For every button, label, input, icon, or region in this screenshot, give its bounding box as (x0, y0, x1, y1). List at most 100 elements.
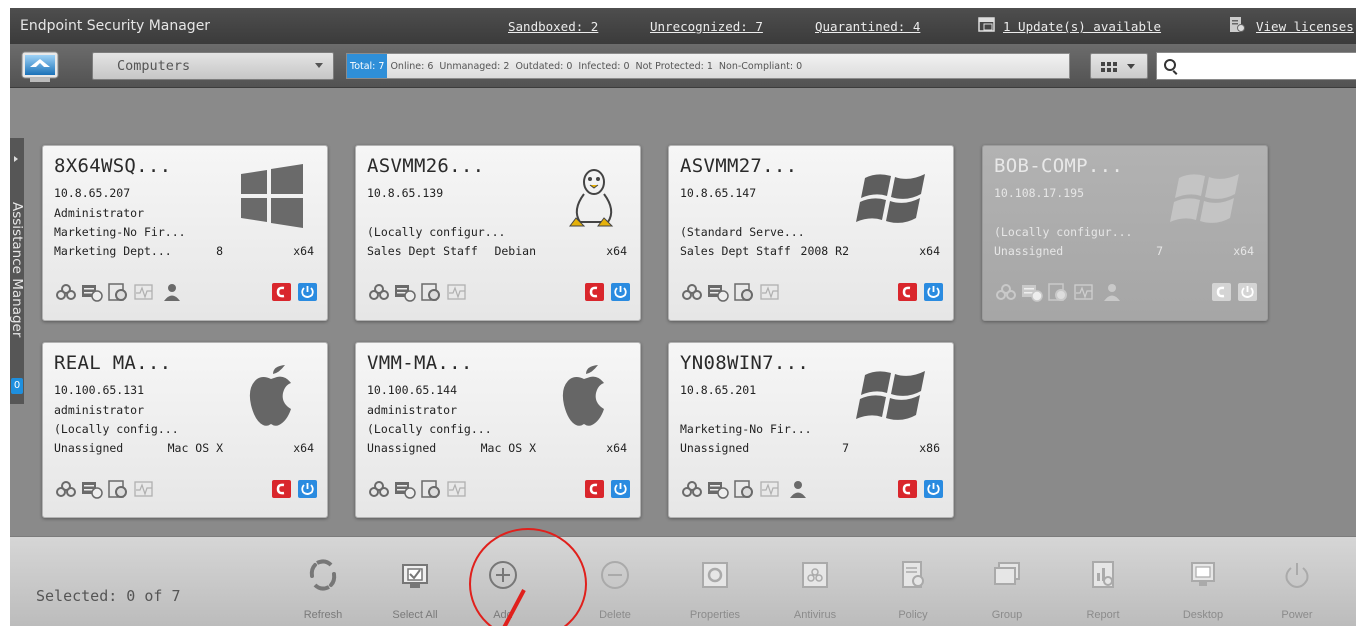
computer-group: Unassigned (994, 244, 1064, 258)
power-status-icon[interactable] (297, 282, 319, 302)
computer-group: Sales Dept Staff (367, 244, 478, 258)
filter-total[interactable]: Total: 7 (347, 54, 388, 78)
user-icon[interactable] (161, 282, 183, 302)
settings-document-icon[interactable] (107, 282, 129, 302)
computer-os: 7 (842, 441, 849, 455)
filter-unmanaged[interactable]: Unmanaged: 2 (436, 61, 512, 72)
card-status-icons (368, 479, 630, 501)
computer-card[interactable]: VMM-MA... 10.100.65.144 administrator (L… (355, 342, 641, 518)
desktop-button[interactable]: Desktop (1168, 537, 1238, 626)
computer-policy: (Locally config... (367, 422, 492, 436)
network-activity-icon[interactable] (1021, 282, 1043, 302)
power-status-icon[interactable] (297, 479, 319, 499)
power-button[interactable]: Power (1262, 537, 1332, 626)
toolbar-button-label: Group (991, 609, 1023, 621)
biohazard-icon[interactable] (368, 479, 390, 499)
refresh-icon (309, 559, 337, 591)
power-status-icon[interactable] (610, 282, 632, 302)
comodo-shield-icon[interactable] (897, 479, 919, 499)
settings-document-icon[interactable] (1047, 282, 1069, 302)
properties-button[interactable]: Properties (680, 537, 750, 626)
antivirus-icon (802, 562, 828, 588)
computer-card[interactable]: ASVMM26... 10.8.65.139 (Locally configur… (355, 145, 641, 321)
expand-arrow-icon (14, 156, 18, 162)
select-all-button[interactable]: Select All (380, 537, 450, 626)
settings-document-icon[interactable] (420, 479, 442, 499)
card-status-icons (55, 479, 317, 501)
assistance-manager-label[interactable]: Assistance Manager (10, 170, 25, 370)
user-icon[interactable] (787, 479, 809, 499)
biohazard-icon[interactable] (55, 282, 77, 302)
network-activity-icon[interactable] (81, 479, 103, 499)
policy-icon (902, 561, 924, 588)
comodo-shield-icon[interactable] (584, 282, 606, 302)
antivirus-button[interactable]: Antivirus (780, 537, 850, 626)
computer-name: VMM-MA... (367, 352, 473, 374)
biohazard-icon[interactable] (55, 479, 77, 499)
refresh-button[interactable]: Refresh (288, 537, 358, 626)
activity-monitor-icon[interactable] (133, 479, 155, 499)
power-status-icon[interactable] (1237, 282, 1259, 302)
filter-non-compliant[interactable]: Non-Compliant: 0 (716, 61, 805, 72)
computer-card[interactable]: YN08WIN7... 10.8.65.201 Marketing-No Fir… (668, 342, 954, 518)
network-activity-icon[interactable] (707, 282, 729, 302)
biohazard-icon[interactable] (681, 282, 703, 302)
network-activity-icon[interactable] (394, 282, 416, 302)
network-activity-icon[interactable] (707, 479, 729, 499)
app-logo-icon[interactable] (16, 49, 64, 85)
view-selector-dropdown[interactable]: Computers (92, 52, 334, 80)
settings-document-icon[interactable] (733, 282, 755, 302)
activity-monitor-icon[interactable] (446, 479, 468, 499)
report-button[interactable]: Report (1068, 537, 1138, 626)
activity-monitor-icon[interactable] (133, 282, 155, 302)
delete-button[interactable]: Delete (580, 537, 650, 626)
biohazard-icon[interactable] (368, 282, 390, 302)
computer-arch: x64 (293, 441, 314, 455)
computer-card[interactable]: REAL MA... 10.100.65.131 administrator (… (42, 342, 328, 518)
network-activity-icon[interactable] (81, 282, 103, 302)
filter-not-protected[interactable]: Not Protected: 1 (633, 61, 716, 72)
computer-name: ASVMM27... (680, 155, 798, 177)
activity-monitor-icon[interactable] (446, 282, 468, 302)
updates-link[interactable]: 1 Update(s) available (1003, 19, 1161, 34)
comodo-shield-icon[interactable] (584, 479, 606, 499)
settings-document-icon[interactable] (420, 282, 442, 302)
computer-card[interactable]: ASVMM27... 10.8.65.147 (Standard Serve..… (668, 145, 954, 321)
filter-infected[interactable]: Infected: 0 (575, 61, 632, 72)
quarantined-link[interactable]: Quarantined: 4 (815, 19, 920, 34)
activity-monitor-icon[interactable] (759, 479, 781, 499)
computer-name: REAL MA... (54, 352, 172, 374)
power-status-icon[interactable] (610, 479, 632, 499)
settings-document-icon[interactable] (733, 479, 755, 499)
comodo-shield-icon[interactable] (897, 282, 919, 302)
computer-card[interactable]: 8X64WSQ... 10.8.65.207 Administrator Mar… (42, 145, 328, 321)
comodo-shield-icon[interactable] (1211, 282, 1233, 302)
biohazard-icon[interactable] (681, 479, 703, 499)
user-icon[interactable] (1101, 282, 1123, 302)
comodo-shield-icon[interactable] (271, 479, 293, 499)
power-status-icon[interactable] (923, 282, 945, 302)
view-licenses-link[interactable]: View licenses (1256, 19, 1354, 34)
power-status-icon[interactable] (923, 479, 945, 499)
policy-button[interactable]: Policy (878, 537, 948, 626)
update-icon (978, 17, 995, 32)
computer-ip: 10.8.65.147 (680, 186, 757, 200)
settings-document-icon[interactable] (107, 479, 129, 499)
sandboxed-link[interactable]: Sandboxed: 2 (508, 19, 598, 34)
biohazard-icon[interactable] (995, 282, 1017, 302)
network-activity-icon[interactable] (394, 479, 416, 499)
group-button[interactable]: Group (972, 537, 1042, 626)
filter-outdated[interactable]: Outdated: 0 (512, 61, 575, 72)
computer-ip: 10.108.17.195 (994, 186, 1085, 200)
unrecognized-link[interactable]: Unrecognized: 7 (650, 19, 763, 34)
search-input[interactable] (1156, 52, 1356, 80)
selection-count: Selected: 0 of 7 (36, 587, 181, 605)
comodo-shield-icon[interactable] (271, 282, 293, 302)
activity-monitor-icon[interactable] (759, 282, 781, 302)
activity-monitor-icon[interactable] (1073, 282, 1095, 302)
filter-online[interactable]: Online: 6 (387, 61, 436, 72)
computer-policy: (Locally configur... (367, 225, 506, 239)
computer-card[interactable]: BOB-COMP... 10.108.17.195 (Locally confi… (982, 145, 1268, 321)
computer-os: Mac OS X (167, 441, 223, 455)
view-mode-button[interactable] (1090, 53, 1148, 79)
